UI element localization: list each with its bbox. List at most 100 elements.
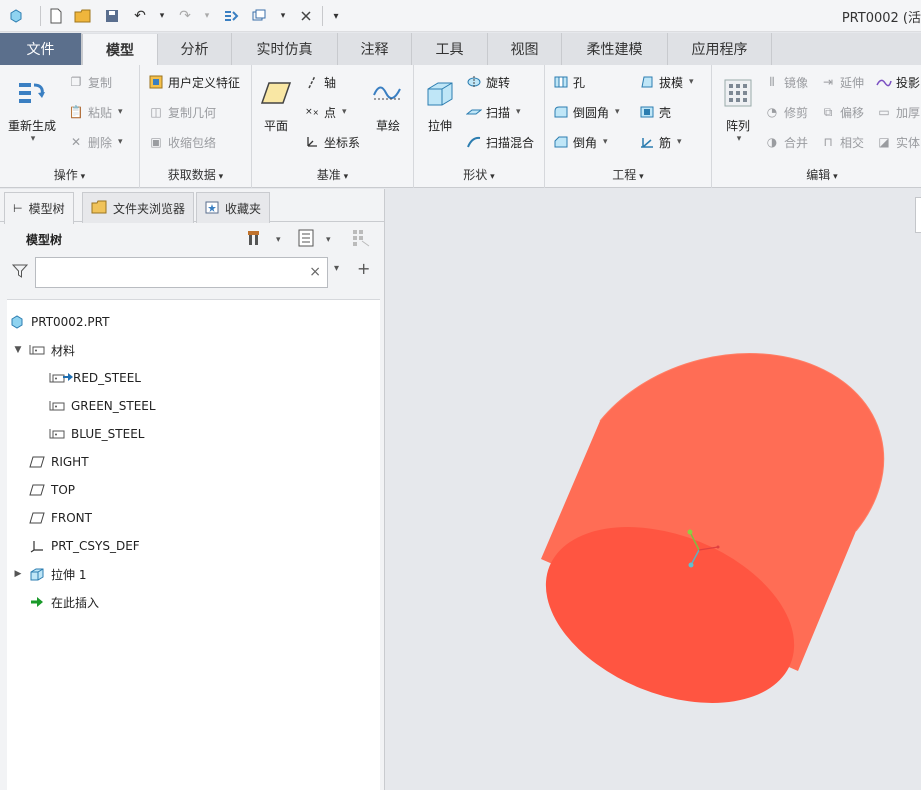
filter-icon[interactable] [11, 263, 29, 282]
tab-flexible-modeling[interactable]: 柔性建模 [562, 33, 668, 65]
offset-button[interactable]: ⧉ 偏移 [820, 101, 864, 123]
tab-view[interactable]: 视图 [488, 33, 562, 65]
round-icon [553, 104, 569, 120]
tree-node-green-steel[interactable]: GREEN_STEEL [49, 396, 156, 416]
tree-node-materials[interactable]: ▼ 材料 [13, 340, 75, 360]
collapse-caret-icon[interactable]: ▼ [13, 345, 23, 355]
tree-show-button[interactable]: ▾ [298, 229, 331, 251]
solidify-icon: ◪ [878, 135, 890, 149]
regenerate-label: 重新生成 [7, 119, 56, 133]
regenerate-button[interactable]: 重新生成 ▾ [4, 75, 60, 144]
app-cube-icon[interactable] [6, 6, 26, 26]
search-dropdown-icon[interactable]: ▾ [334, 263, 339, 274]
windows-icon[interactable] [249, 6, 269, 26]
tree-columns-button[interactable] [352, 229, 370, 251]
point-button[interactable]: × × 点 ▾ [304, 101, 346, 123]
tree-node-blue-steel[interactable]: BLUE_STEEL [49, 424, 144, 444]
sketch-button[interactable]: 草绘 [368, 75, 408, 134]
hole-button[interactable]: 孔 [553, 71, 585, 93]
shrinkwrap-button[interactable]: ▣ 收缩包络 [148, 131, 216, 153]
pattern-dropdown-icon[interactable]: ▾ [720, 134, 758, 144]
solidify-button[interactable]: ◪ 实体 [876, 131, 920, 153]
save-icon[interactable] [102, 6, 122, 26]
group-operations: 重新生成 ▾ ❐ 复制 📋 粘贴 ▾ ✕ 删除 ▾ 操作 [0, 65, 140, 188]
group-editing-label[interactable]: 编辑 [712, 166, 921, 183]
tree-node-top-plane[interactable]: TOP [29, 480, 75, 500]
undo-dropdown-icon[interactable]: ▾ [152, 6, 172, 26]
tab-analysis[interactable]: 分析 [158, 33, 232, 65]
paste-button[interactable]: 📋 粘贴 ▾ [68, 101, 123, 123]
tab-file[interactable]: 文件 [0, 33, 82, 65]
customize-toolbar-icon[interactable]: ▾ [326, 6, 346, 26]
tab-model-tree[interactable]: ⊢ 模型树 [4, 192, 74, 224]
regenerate-icon[interactable] [221, 6, 241, 26]
tab-simulation[interactable]: 实时仿真 [232, 33, 338, 65]
redo-dropdown-icon[interactable]: ▾ [197, 6, 217, 26]
add-filter-icon[interactable]: + [357, 259, 370, 278]
axis-button[interactable]: 轴 [304, 71, 336, 93]
tab-annotate[interactable]: 注释 [338, 33, 412, 65]
mirror-button[interactable]: ⫴ 镜像 [764, 71, 808, 93]
tree-node-red-steel[interactable]: RED_STEEL [49, 368, 141, 388]
group-datum: 平面 轴 × × 点 ▾ 坐标系 草绘 基准 [252, 65, 414, 188]
tree-node-extrude-1[interactable]: ▶ 拉伸 1 [13, 564, 87, 584]
extrude-button[interactable]: 拉伸 [420, 75, 460, 134]
close-window-icon[interactable] [296, 6, 316, 26]
tab-model[interactable]: 模型 [82, 34, 158, 66]
regenerate-dropdown-icon[interactable]: ▾ [6, 134, 60, 144]
tree-settings-dropdown-icon[interactable]: ▾ [276, 235, 281, 245]
redo-icon[interactable]: ↷ [175, 6, 195, 26]
thicken-button[interactable]: ▭ 加厚 [876, 101, 920, 123]
group-engineering-label[interactable]: 工程 [545, 166, 711, 183]
graphics-viewport[interactable] [386, 189, 921, 790]
plane-button[interactable]: 平面 [256, 75, 296, 134]
undo-icon[interactable]: ↶ [130, 6, 150, 26]
group-datum-label[interactable]: 基准 [252, 166, 413, 183]
tab-tools[interactable]: 工具 [412, 33, 488, 65]
draft-button[interactable]: 拔模 ▾ [639, 71, 694, 93]
udf-button[interactable]: 用户定义特征 [148, 71, 240, 93]
tab-favorites[interactable]: 收藏夹 [196, 192, 271, 223]
project-button[interactable]: 投影 [876, 71, 920, 93]
open-folder-icon[interactable] [73, 6, 93, 26]
rib-button[interactable]: 筋 ▾ [639, 131, 682, 153]
intersect-button[interactable]: ⊓ 相交 [820, 131, 864, 153]
windows-dropdown-icon[interactable]: ▾ [273, 6, 293, 26]
trim-button[interactable]: ◔ 修剪 [764, 101, 808, 123]
chamfer-button[interactable]: 倒角 ▾ [553, 131, 608, 153]
clear-search-icon[interactable]: × [309, 264, 321, 280]
round-button[interactable]: 倒圆角 ▾ [553, 101, 620, 123]
tree-node-part[interactable]: PRT0002.PRT [9, 312, 109, 332]
tree-node-front-plane[interactable]: FRONT [29, 508, 92, 528]
tree-node-insert-here[interactable]: 在此插入 [29, 592, 99, 612]
delete-button[interactable]: ✕ 删除 ▾ [68, 131, 123, 153]
expand-caret-icon[interactable]: ▶ [13, 569, 23, 579]
merge-button[interactable]: ◑ 合并 [764, 131, 808, 153]
sweep-button[interactable]: 扫描 ▾ [466, 101, 521, 123]
sweep-blend-button[interactable]: 扫描混合 [466, 131, 534, 153]
group-operations-label[interactable]: 操作 [0, 166, 139, 183]
new-file-icon[interactable] [46, 6, 66, 26]
part-model[interactable] [386, 189, 921, 790]
copy-geometry-button[interactable]: ◫ 复制几何 [148, 101, 216, 123]
group-get-data-label[interactable]: 获取数据 [140, 166, 251, 183]
shell-icon [639, 104, 655, 120]
revolve-button[interactable]: 旋转 [466, 71, 510, 93]
draft-icon [639, 74, 655, 90]
tree-settings-button[interactable]: ▾ [246, 229, 281, 251]
group-shapes-label[interactable]: 形状 [414, 166, 544, 183]
extend-button[interactable]: ⇥ 延伸 [820, 71, 864, 93]
shell-button[interactable]: 壳 [639, 101, 671, 123]
tree-node-right-plane[interactable]: RIGHT [29, 452, 89, 472]
tree-node-csys[interactable]: PRT_CSYS_DEF [29, 536, 140, 556]
csys-button[interactable]: 坐标系 [304, 131, 360, 153]
part-cube-icon [9, 314, 25, 330]
tree-show-dropdown-icon[interactable]: ▾ [326, 235, 331, 245]
project-icon [876, 74, 892, 90]
tab-applications[interactable]: 应用程序 [668, 33, 772, 65]
copy-button[interactable]: ❐ 复制 [68, 71, 112, 93]
tab-folder-browser[interactable]: 文件夹浏览器 [82, 192, 195, 223]
pattern-button[interactable]: 阵列 ▾ [718, 75, 758, 144]
extrude-icon [422, 75, 458, 111]
tree-search-input[interactable] [36, 258, 296, 286]
